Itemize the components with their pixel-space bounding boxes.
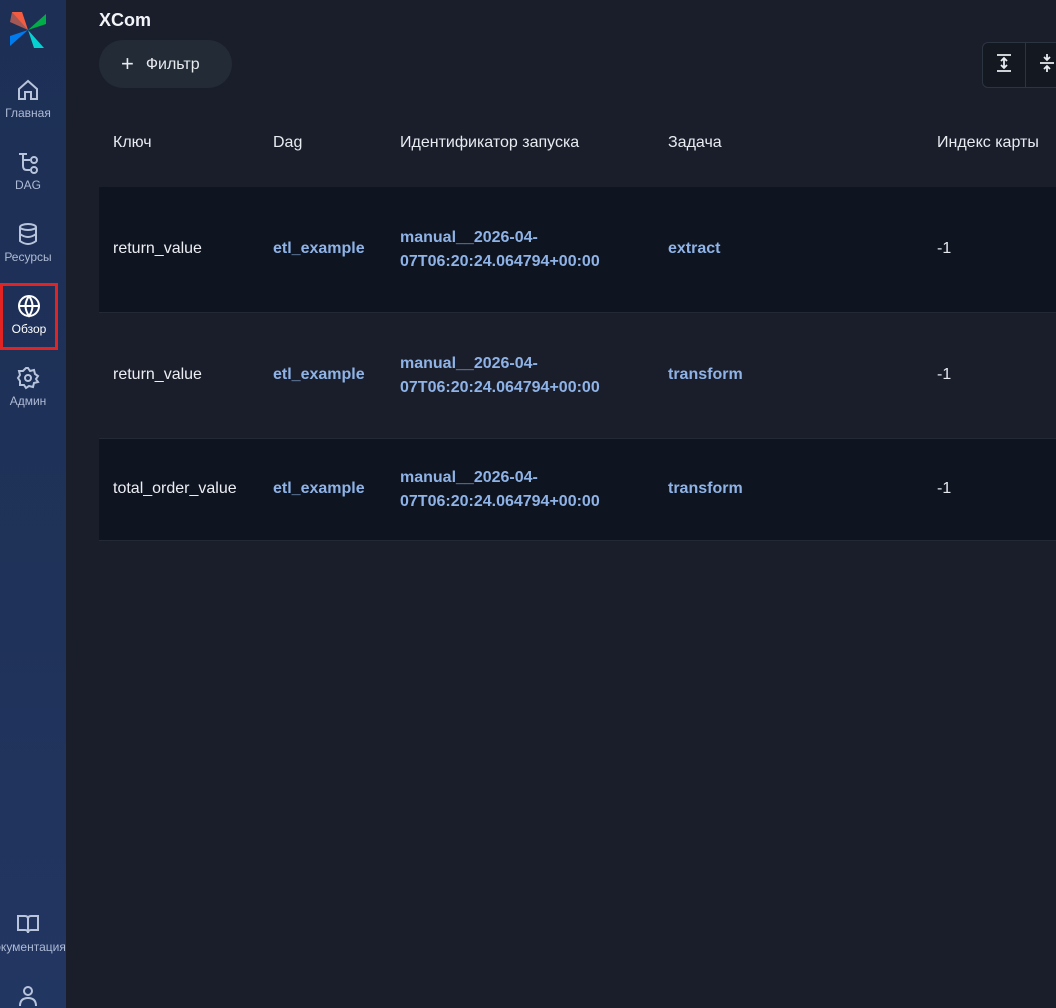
dag-link[interactable]: etl_example bbox=[273, 366, 365, 384]
run-id-line-1: manual__2026-04- bbox=[400, 469, 538, 486]
column-header-task[interactable]: Задача bbox=[668, 134, 722, 152]
task-link[interactable]: transform bbox=[668, 366, 743, 384]
gear-icon bbox=[0, 366, 56, 390]
sidebar-item-dag[interactable]: DAG bbox=[0, 150, 56, 212]
run-id-link[interactable]: manual__2026-04- 07T06:20:24.064794+00:00 bbox=[400, 352, 600, 400]
collapse-rows-button[interactable] bbox=[1026, 43, 1056, 87]
table-row: return_value etl_example manual__2026-04… bbox=[99, 313, 1056, 439]
run-id-line-2: 07T06:20:24.064794+00:00 bbox=[400, 379, 600, 396]
globe-icon bbox=[3, 294, 55, 318]
sidebar-item-admin[interactable]: Админ bbox=[0, 366, 56, 428]
sidebar: Главная DAG Ресурсы Обзор Админ кументац… bbox=[0, 0, 66, 1008]
filter-button[interactable]: + Фильтр bbox=[99, 40, 232, 88]
column-header-key[interactable]: Ключ bbox=[113, 134, 152, 152]
sidebar-item-user[interactable] bbox=[0, 984, 56, 1008]
map-index: -1 bbox=[937, 480, 952, 497]
user-icon bbox=[0, 984, 56, 1008]
sidebar-item-label: Главная bbox=[5, 106, 51, 120]
xcom-table: Ключ Dag Идентификатор запуска Задача Ин… bbox=[99, 110, 1056, 541]
sidebar-item-label: Ресурсы bbox=[4, 250, 52, 264]
airflow-logo[interactable] bbox=[8, 10, 48, 50]
dag-link[interactable]: etl_example bbox=[273, 480, 365, 498]
sidebar-item-label: Админ bbox=[9, 394, 47, 408]
sidebar-item-home[interactable]: Главная bbox=[0, 78, 56, 140]
run-id-link[interactable]: manual__2026-04- 07T06:20:24.064794+00:00 bbox=[400, 466, 600, 514]
row-density-toggle bbox=[982, 42, 1056, 88]
database-icon bbox=[0, 222, 56, 246]
sidebar-item-docs[interactable]: Документация bbox=[0, 912, 66, 974]
column-header-map-index[interactable]: Индекс карты bbox=[937, 134, 1039, 152]
book-icon bbox=[0, 912, 56, 936]
sidebar-item-label: DAG bbox=[14, 178, 41, 192]
table-header: Ключ Dag Идентификатор запуска Задача Ин… bbox=[99, 110, 1056, 187]
map-index: -1 bbox=[937, 240, 952, 257]
map-index: -1 bbox=[937, 366, 952, 383]
task-link[interactable]: extract bbox=[668, 240, 720, 258]
run-id-line-2: 07T06:20:24.064794+00:00 bbox=[400, 493, 600, 510]
expand-vertical-icon bbox=[994, 53, 1014, 78]
home-icon bbox=[0, 78, 56, 102]
collapse-vertical-icon bbox=[1037, 53, 1056, 78]
xcom-key: return_value bbox=[113, 240, 202, 257]
table-row: return_value etl_example manual__2026-04… bbox=[99, 187, 1056, 313]
xcom-key: total_order_value bbox=[113, 480, 237, 497]
table-row: total_order_value etl_example manual__20… bbox=[99, 439, 1056, 541]
expand-rows-button[interactable] bbox=[983, 43, 1026, 87]
page-title: XCom bbox=[99, 10, 152, 30]
main-content: XCom + Фильтр Ключ Dag Идентификатор запу… bbox=[66, 0, 1056, 1008]
dag-icon bbox=[0, 150, 56, 174]
sidebar-item-label: Обзор bbox=[11, 322, 47, 336]
run-id-line-1: manual__2026-04- bbox=[400, 355, 538, 372]
sidebar-item-label: Документация bbox=[0, 940, 66, 954]
filter-label: Фильтр bbox=[145, 56, 200, 73]
dag-link[interactable]: etl_example bbox=[273, 240, 365, 258]
task-link[interactable]: transform bbox=[668, 480, 743, 498]
run-id-line-2: 07T06:20:24.064794+00:00 bbox=[400, 253, 600, 270]
sidebar-item-assets[interactable]: Ресурсы bbox=[0, 222, 56, 284]
column-header-dag[interactable]: Dag bbox=[273, 134, 302, 152]
run-id-line-1: manual__2026-04- bbox=[400, 229, 538, 246]
xcom-key: return_value bbox=[113, 366, 202, 383]
sidebar-item-browse[interactable]: Обзор bbox=[0, 283, 58, 350]
run-id-link[interactable]: manual__2026-04- 07T06:20:24.064794+00:00 bbox=[400, 226, 600, 274]
plus-icon: + bbox=[121, 51, 134, 76]
column-header-run-id[interactable]: Идентификатор запуска bbox=[400, 134, 579, 152]
